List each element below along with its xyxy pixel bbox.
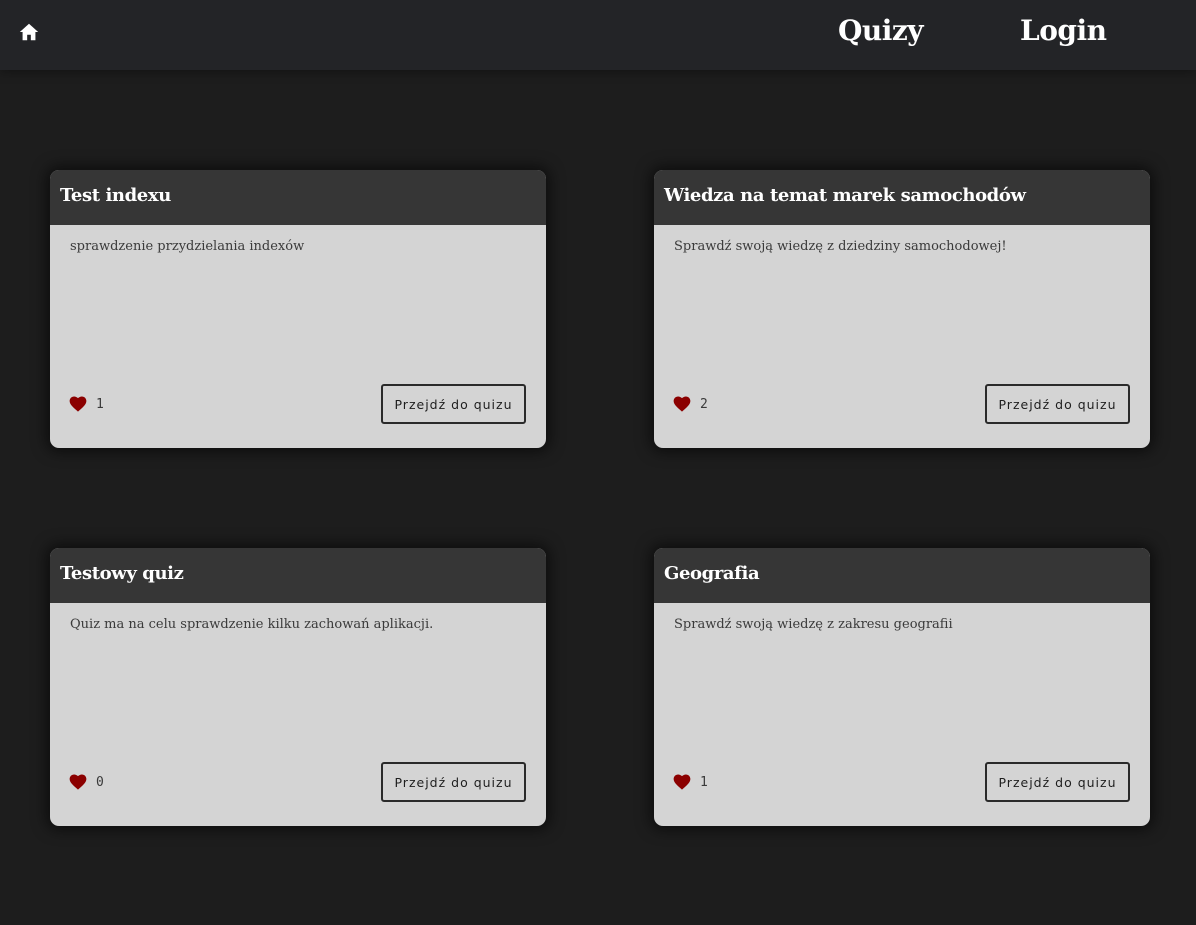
quiz-card: Geografia Sprawdź swoją wiedzę z zakresu… — [654, 548, 1150, 826]
card-header: Test indexu — [50, 170, 546, 225]
like-count: 0 — [96, 774, 104, 790]
quiz-description: Sprawdź swoją wiedzę z dziedziny samocho… — [674, 239, 1007, 254]
quiz-card: Test indexu sprawdzenie przydzielania in… — [50, 170, 546, 448]
quiz-card: Wiedza na temat marek samochodów Sprawdź… — [654, 170, 1150, 448]
go-to-quiz-button[interactable]: Przejdź do quizu — [381, 384, 526, 424]
like-count: 1 — [700, 774, 708, 790]
nav-link-quizy[interactable]: Quizy — [838, 14, 924, 47]
likes: 0 — [69, 774, 104, 790]
likes: 2 — [673, 396, 708, 412]
quiz-title: Geografia — [664, 563, 760, 584]
heart-icon[interactable] — [69, 774, 87, 790]
like-count: 1 — [96, 396, 104, 412]
quiz-description: Sprawdź swoją wiedzę z zakresu geografii — [674, 617, 953, 632]
card-header: Geografia — [654, 548, 1150, 603]
quiz-title: Test indexu — [60, 185, 171, 206]
quiz-title: Testowy quiz — [60, 563, 184, 584]
card-header: Wiedza na temat marek samochodów — [654, 170, 1150, 225]
heart-icon[interactable] — [673, 774, 691, 790]
heart-icon[interactable] — [673, 396, 691, 412]
heart-icon[interactable] — [69, 396, 87, 412]
quiz-description: Quiz ma na celu sprawdzenie kilku zachow… — [70, 617, 434, 632]
card-header: Testowy quiz — [50, 548, 546, 603]
quiz-title: Wiedza na temat marek samochodów — [664, 185, 1026, 206]
quiz-description: sprawdzenie przydzielania indexów — [70, 239, 305, 254]
go-to-quiz-button[interactable]: Przejdź do quizu — [985, 384, 1130, 424]
home-icon[interactable] — [18, 21, 40, 43]
like-count: 2 — [700, 396, 708, 412]
likes: 1 — [673, 774, 708, 790]
quiz-card: Testowy quiz Quiz ma na celu sprawdzenie… — [50, 548, 546, 826]
navbar: Quizy Login — [0, 0, 1196, 70]
likes: 1 — [69, 396, 104, 412]
go-to-quiz-button[interactable]: Przejdź do quizu — [985, 762, 1130, 802]
go-to-quiz-button[interactable]: Przejdź do quizu — [381, 762, 526, 802]
nav-link-login[interactable]: Login — [1020, 14, 1107, 47]
